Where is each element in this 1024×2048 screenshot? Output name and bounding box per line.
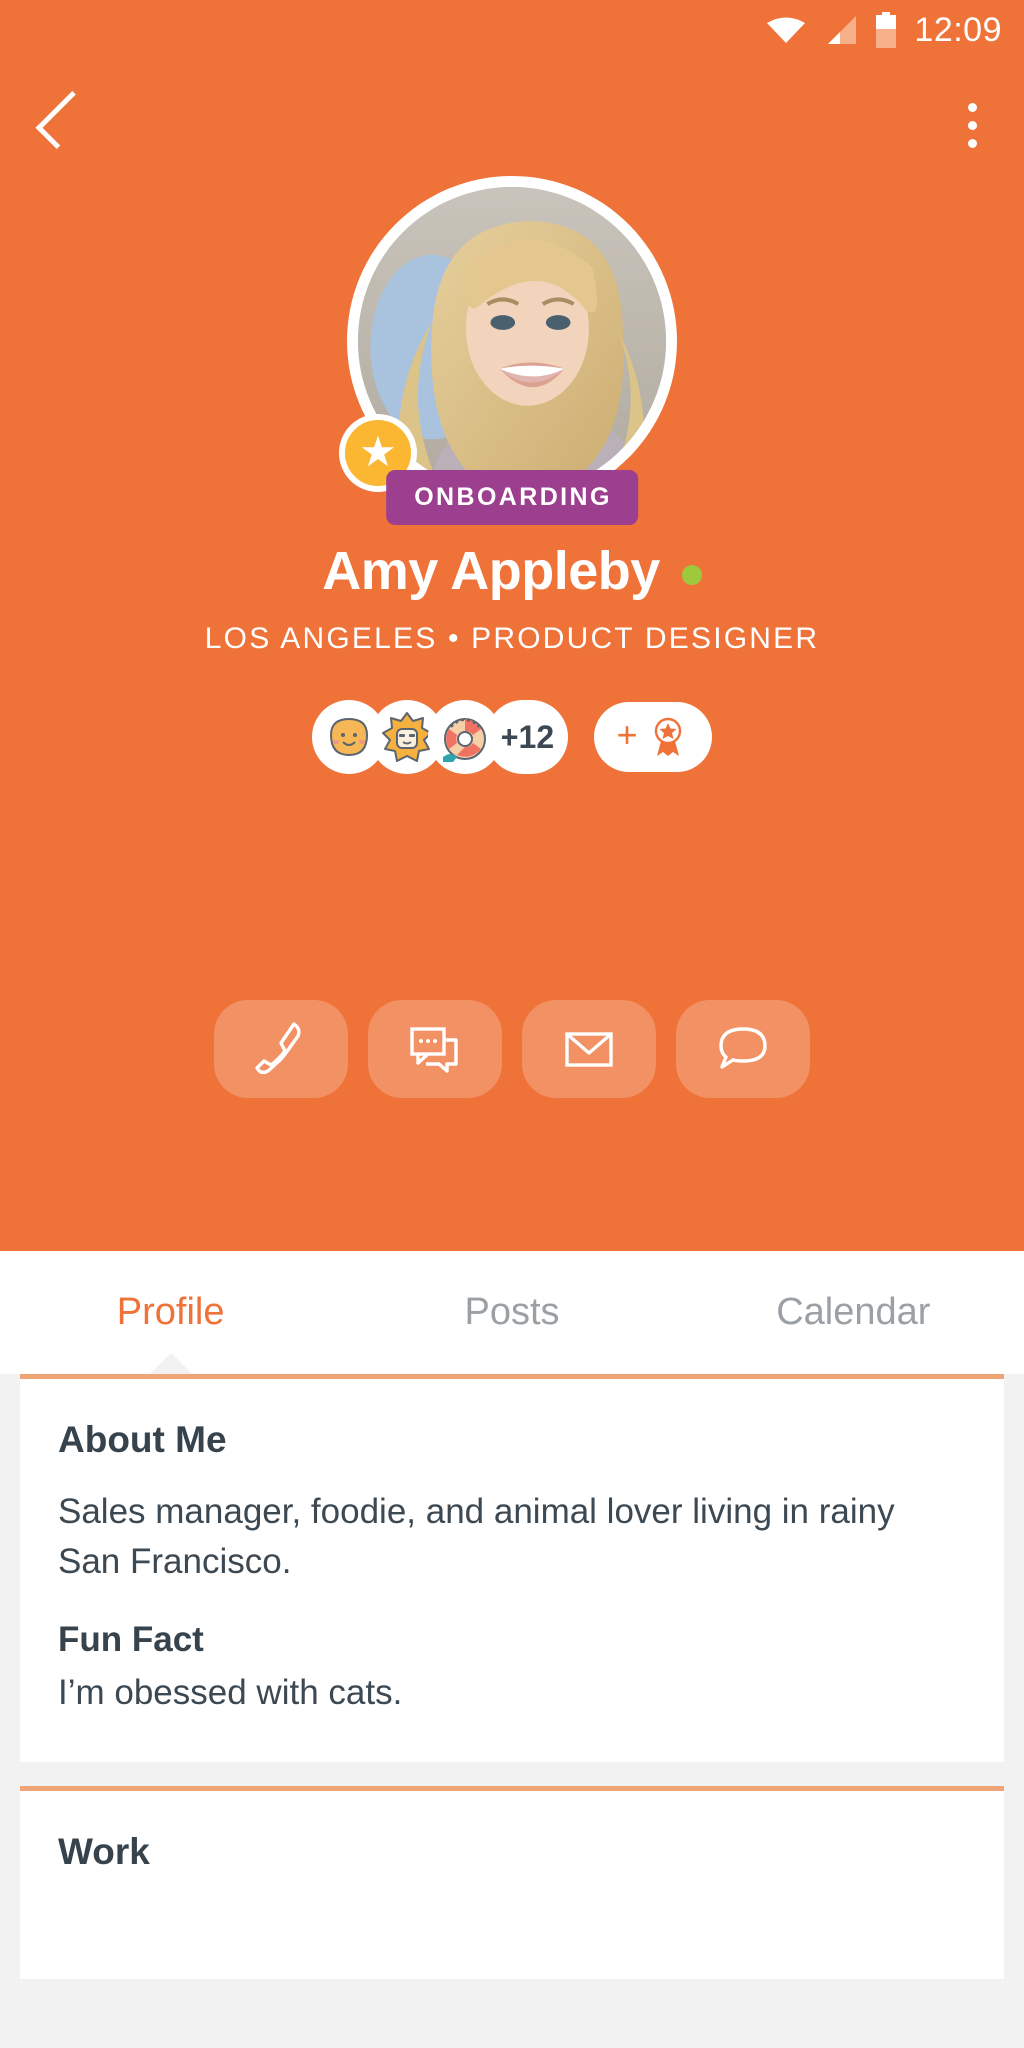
speech-bubble-icon — [719, 1027, 767, 1069]
comment-button[interactable] — [676, 1000, 810, 1098]
page-title: Amy Appleby — [322, 541, 660, 601]
cell-signal-icon — [822, 15, 858, 45]
call-button[interactable] — [214, 1000, 348, 1098]
message-button[interactable] — [368, 1000, 502, 1098]
add-badge-button[interactable]: + — [594, 702, 712, 772]
dot-icon — [967, 102, 977, 112]
top-navigation — [0, 60, 1024, 180]
work-card: Work — [20, 1786, 1004, 1980]
about-me-title: About Me — [58, 1419, 227, 1460]
badge-stack: +12 — [312, 700, 568, 774]
envelope-icon — [565, 1032, 613, 1067]
battery-icon — [874, 12, 898, 48]
life-preserver-badge[interactable] — [428, 700, 502, 774]
tab-calendar[interactable]: Calendar — [683, 1251, 1024, 1374]
dot-icon — [967, 120, 977, 130]
email-button[interactable] — [522, 1000, 656, 1098]
tab-profile[interactable]: Profile — [0, 1251, 341, 1374]
work-title: Work — [58, 1831, 150, 1873]
action-button-row — [0, 1000, 1024, 1098]
fun-fact-title: Fun Fact — [58, 1620, 204, 1660]
chat-bubbles-icon — [410, 1027, 458, 1073]
status-bar-clock: 12:09 — [914, 10, 1002, 49]
star-icon: ★ — [359, 427, 397, 475]
about-me-body: Sales manager, foodie, and animal lover … — [58, 1492, 895, 1581]
profile-hero-header: 12:09 ★ ONBOARDING Amy Appleby LOS ANGEL… — [0, 0, 1024, 1251]
badge-cluster: +12 + — [0, 700, 1024, 774]
online-status-dot — [681, 565, 702, 585]
tab-bar: Profile Posts Calendar — [0, 1251, 1024, 1374]
wifi-icon — [766, 16, 806, 44]
more-options-button[interactable] — [944, 90, 1000, 160]
avatar[interactable]: ★ — [339, 176, 677, 506]
about-me-card: About Me Sales manager, foodie, and anim… — [20, 1374, 1004, 1763]
profile-name-row: Amy Appleby — [0, 540, 1024, 602]
dot-icon — [967, 138, 977, 148]
plus-icon: + — [616, 714, 638, 755]
chevron-left-icon — [35, 91, 94, 149]
fun-fact-body: I’m obessed with cats. — [58, 1673, 403, 1713]
profile-content: About Me Sales manager, foodie, and anim… — [0, 1374, 1024, 2048]
phone-screen: 12:09 ★ ONBOARDING Amy Appleby LOS ANGEL… — [0, 0, 1024, 2048]
back-button[interactable] — [26, 82, 94, 158]
tab-posts[interactable]: Posts — [341, 1251, 682, 1374]
status-badge[interactable]: ONBOARDING — [386, 470, 638, 525]
phone-icon — [255, 1022, 301, 1075]
award-ribbon-icon — [654, 717, 681, 756]
status-bar: 12:09 — [0, 0, 1024, 60]
profile-subtitle: LOS ANGELES • PRODUCT DESIGNER — [204, 622, 820, 655]
